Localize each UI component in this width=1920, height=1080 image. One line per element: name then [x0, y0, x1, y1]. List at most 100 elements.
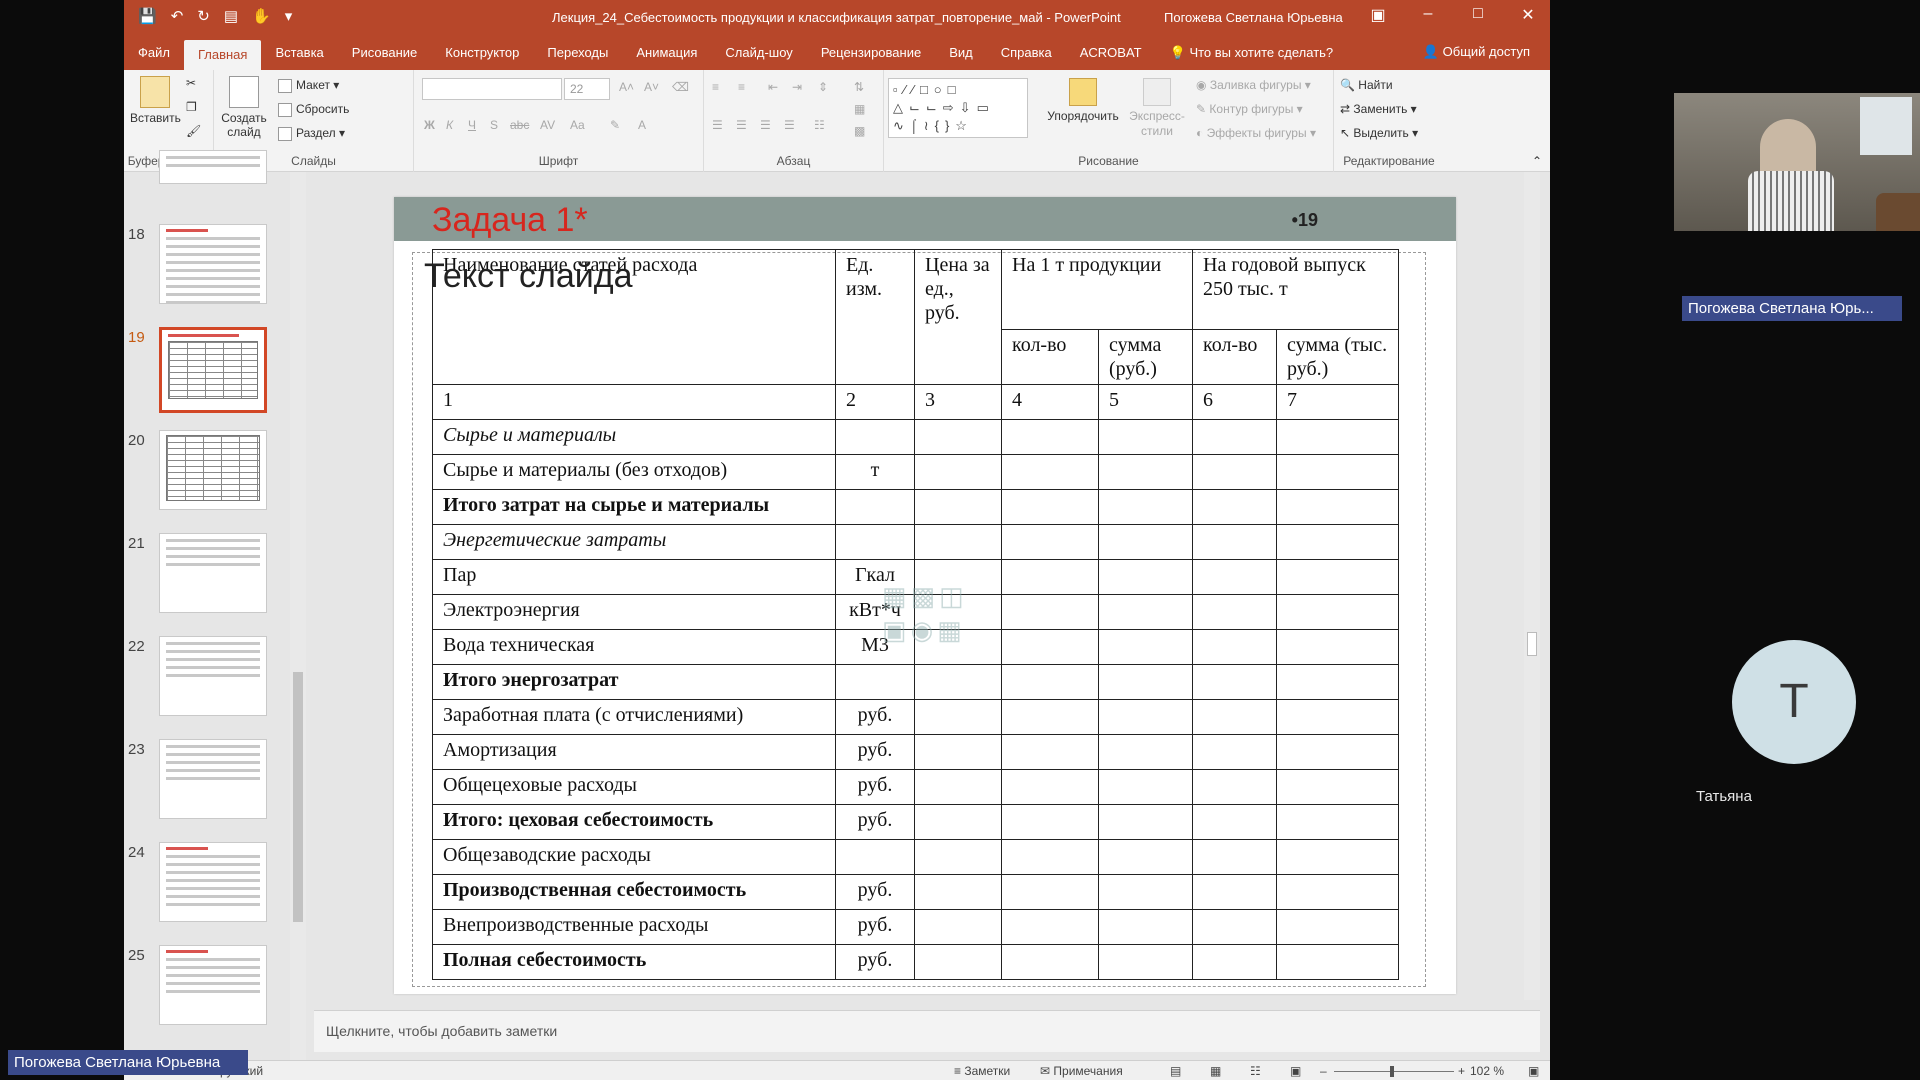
- scrollbar-thumb[interactable]: [293, 672, 303, 922]
- shape-effects-button[interactable]: ◐ Эффекты фигуры ▾: [1196, 126, 1316, 140]
- empty-value-cell[interactable]: [1192, 419, 1277, 455]
- cost-item-unit[interactable]: т: [835, 454, 915, 490]
- slide-sorter-icon[interactable]: ▦: [1210, 1064, 1221, 1078]
- placeholder-prompt-text[interactable]: Текст слайда: [424, 257, 633, 296]
- cost-item-unit[interactable]: руб.: [835, 804, 915, 840]
- cost-item-name[interactable]: Амортизация: [432, 734, 836, 770]
- empty-value-cell[interactable]: [1276, 454, 1399, 490]
- empty-value-cell[interactable]: [914, 699, 1002, 735]
- slide-thumbnail[interactable]: [159, 150, 267, 184]
- empty-value-cell[interactable]: [1276, 664, 1399, 700]
- empty-value-cell[interactable]: [1192, 769, 1277, 805]
- zoom-out-icon[interactable]: –: [1320, 1064, 1327, 1078]
- touch-mode-icon[interactable]: ✋: [252, 8, 271, 26]
- empty-value-cell[interactable]: [1098, 419, 1193, 455]
- empty-value-cell[interactable]: [1001, 769, 1099, 805]
- empty-value-cell[interactable]: [1276, 699, 1399, 735]
- empty-value-cell[interactable]: [1276, 559, 1399, 595]
- section-button[interactable]: Раздел ▾: [278, 126, 345, 141]
- column-number-cell[interactable]: 4: [1001, 384, 1099, 420]
- scrollbar-thumb[interactable]: [1527, 632, 1537, 656]
- thumbnail-18[interactable]: 18: [124, 224, 314, 314]
- empty-value-cell[interactable]: [1192, 524, 1277, 560]
- shape-outline-button[interactable]: ✎ Контур фигуры ▾: [1196, 102, 1303, 116]
- reading-view-icon[interactable]: ☷: [1250, 1064, 1261, 1078]
- header-cell-annual[interactable]: На годовой выпуск 250 тыс. т: [1192, 249, 1399, 330]
- empty-value-cell[interactable]: [1276, 629, 1399, 665]
- cost-item-unit[interactable]: руб.: [835, 874, 915, 910]
- slide-thumbnail[interactable]: [159, 842, 267, 922]
- underline-icon[interactable]: Ч: [468, 118, 476, 132]
- cost-item-name[interactable]: Заработная плата (с отчислениями): [432, 699, 836, 735]
- cost-item-name[interactable]: Энергетические затраты: [432, 524, 836, 560]
- quick-styles-button[interactable]: Экспресс-стили: [1124, 78, 1190, 139]
- layout-button[interactable]: Макет ▾: [278, 78, 339, 93]
- cost-item-name[interactable]: Полная себестоимость: [432, 944, 836, 980]
- font-size-select[interactable]: 22: [564, 78, 610, 100]
- notes-toggle[interactable]: ≡ Заметки: [954, 1064, 1010, 1078]
- empty-value-cell[interactable]: [1192, 594, 1277, 630]
- cost-item-unit[interactable]: руб.: [835, 909, 915, 945]
- tab-acrobat[interactable]: ACROBAT: [1066, 35, 1156, 70]
- cost-item-name[interactable]: Итого: цеховая себестоимость: [432, 804, 836, 840]
- empty-value-cell[interactable]: [1098, 524, 1193, 560]
- empty-value-cell[interactable]: [1098, 874, 1193, 910]
- slide-title[interactable]: Задача 1*: [432, 201, 588, 240]
- italic-icon[interactable]: К: [446, 118, 453, 132]
- fit-to-window-icon[interactable]: ▣: [1528, 1064, 1539, 1078]
- empty-value-cell[interactable]: [1192, 629, 1277, 665]
- cost-item-name[interactable]: Внепроизводственные расходы: [432, 909, 836, 945]
- cost-item-unit[interactable]: руб.: [835, 769, 915, 805]
- arrange-button[interactable]: Упорядочить: [1044, 78, 1122, 123]
- cut-icon[interactable]: ✂: [186, 76, 196, 90]
- cost-item-name[interactable]: Вода техническая: [432, 629, 836, 665]
- header-cell-qty[interactable]: кол-во: [1001, 329, 1099, 385]
- cost-item-unit[interactable]: [835, 489, 915, 525]
- notes-pane[interactable]: Щелкните, чтобы добавить заметки: [314, 1010, 1540, 1052]
- slide-thumbnail[interactable]: [159, 533, 267, 613]
- cost-item-name[interactable]: Электроэнергия: [432, 594, 836, 630]
- cost-item-unit[interactable]: руб.: [835, 699, 915, 735]
- header-cell-sum-thous[interactable]: сумма (тыс. руб.): [1276, 329, 1399, 385]
- highlight-icon[interactable]: ✎: [610, 118, 620, 132]
- empty-value-cell[interactable]: [1192, 699, 1277, 735]
- shrink-font-icon[interactable]: A˅: [644, 80, 659, 94]
- columns-icon[interactable]: ☷: [814, 118, 825, 132]
- slide-canvas[interactable]: Задача 1* •19 Текст слайда Наименование …: [394, 197, 1456, 994]
- tab-insert[interactable]: Вставка: [261, 35, 337, 70]
- empty-value-cell[interactable]: [1001, 559, 1099, 595]
- empty-value-cell[interactable]: [1276, 769, 1399, 805]
- justify-icon[interactable]: ☰: [784, 118, 795, 132]
- reset-button[interactable]: Сбросить: [278, 102, 349, 117]
- slide-thumbnail[interactable]: [159, 945, 267, 1025]
- cost-item-name[interactable]: Сырье и материалы: [432, 419, 836, 455]
- slide-thumbnail[interactable]: [159, 739, 267, 819]
- maximize-icon[interactable]: □: [1466, 5, 1490, 25]
- zoom-in-icon[interactable]: +: [1458, 1064, 1465, 1078]
- cost-item-name[interactable]: Сырье и материалы (без отходов): [432, 454, 836, 490]
- cost-item-name[interactable]: Пар: [432, 559, 836, 595]
- empty-value-cell[interactable]: [1001, 839, 1099, 875]
- empty-value-cell[interactable]: [1276, 804, 1399, 840]
- cost-item-unit[interactable]: [835, 524, 915, 560]
- cost-item-unit[interactable]: [835, 419, 915, 455]
- normal-view-icon[interactable]: ▤: [1170, 1064, 1181, 1078]
- zoom-slider-knob[interactable]: [1390, 1066, 1394, 1077]
- empty-value-cell[interactable]: [914, 734, 1002, 770]
- tab-view[interactable]: Вид: [935, 35, 987, 70]
- empty-value-cell[interactable]: [1276, 874, 1399, 910]
- empty-value-cell[interactable]: [1192, 909, 1277, 945]
- empty-value-cell[interactable]: [1098, 454, 1193, 490]
- column-number-cell[interactable]: 3: [914, 384, 1002, 420]
- slideshow-icon[interactable]: ▤: [224, 8, 238, 26]
- header-cell-unit[interactable]: Ед. изм.: [835, 249, 915, 385]
- new-slide-button[interactable]: Создать слайд: [216, 76, 272, 139]
- empty-value-cell[interactable]: [914, 419, 1002, 455]
- empty-value-cell[interactable]: [1098, 909, 1193, 945]
- empty-value-cell[interactable]: [914, 874, 1002, 910]
- zoom-level[interactable]: 102 %: [1470, 1064, 1504, 1078]
- comments-toggle[interactable]: ✉ Примечания: [1040, 1064, 1123, 1078]
- empty-value-cell[interactable]: [1098, 559, 1193, 595]
- cost-item-name[interactable]: Итого энергозатрат: [432, 664, 836, 700]
- ribbon-display-icon[interactable]: ▣: [1366, 5, 1390, 25]
